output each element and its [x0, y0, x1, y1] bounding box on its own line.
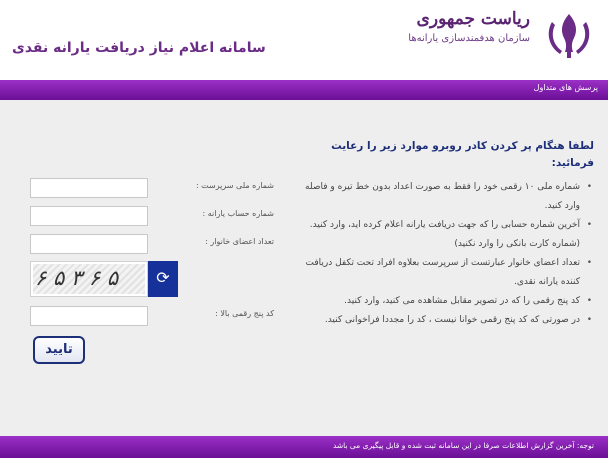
list-item: کد پنج رقمی را که در تصویر مقابل مشاهده … — [302, 292, 594, 311]
list-item: شماره ملی ۱۰ رقمی خود را فقط به صورت اعد… — [302, 178, 594, 216]
list-item: آخرین شماره حسابی را که جهت دریافت یاران… — [302, 216, 594, 254]
account-row: شماره حساب یارانه : — [30, 206, 280, 228]
captcha-code-input[interactable] — [30, 306, 148, 326]
captcha-text: ۶ ۵ ۳ ۶ ۵ — [35, 266, 119, 290]
presidency-emblem-icon — [548, 14, 590, 58]
faq-link[interactable]: پرسش های متداول — [534, 83, 598, 92]
list-item: تعداد اعضای خانوار عبارتست از سرپرست بعل… — [302, 254, 594, 292]
account-number-input[interactable] — [30, 206, 148, 226]
national-id-label: شماره ملی سرپرست : — [195, 181, 274, 190]
family-members-input[interactable] — [30, 234, 148, 254]
org-title: ریاست جمهوری — [416, 9, 530, 29]
submit-button[interactable]: تایید — [33, 336, 85, 364]
captcha-refresh-button[interactable]: ⟳ — [148, 261, 178, 297]
page-title: سامانه اعلام نیاز دریافت یارانه نقدی — [12, 40, 266, 56]
national-id-row: شماره ملی سرپرست : — [30, 178, 280, 200]
instructions-list: شماره ملی ۱۰ رقمی خود را فقط به صورت اعد… — [302, 178, 594, 330]
family-members-label: تعداد اعضای خانوار : — [205, 237, 274, 246]
main-content: لطفا هنگام پر کردن کادر روبرو موارد زیر … — [0, 100, 608, 436]
captcha-image: ۶ ۵ ۳ ۶ ۵ — [30, 261, 148, 297]
account-number-label: شماره حساب یارانه : — [202, 209, 274, 218]
footer-notice: توجه: آخرین گزارش اطلاعات صرفا در این سا… — [332, 441, 594, 450]
footer: توجه: آخرین گزارش اطلاعات صرفا در این سا… — [0, 436, 608, 458]
captcha-code-row: کد پنج رقمی بالا : — [30, 306, 280, 328]
members-row: تعداد اعضای خانوار : — [30, 234, 280, 256]
header: ریاست جمهوری سازمان هدفمندسازی یارانه‌ها… — [0, 0, 608, 78]
refresh-icon: ⟳ — [156, 268, 170, 287]
list-item: در صورتی که کد پنج رقمی خوانا نیست ، کد … — [302, 311, 594, 330]
national-id-input[interactable] — [30, 178, 148, 198]
instructions-heading: لطفا هنگام پر کردن کادر روبرو موارد زیر … — [331, 140, 594, 169]
captcha-code-label: کد پنج رقمی بالا : — [215, 309, 274, 318]
org-subtitle: سازمان هدفمندسازی یارانه‌ها — [408, 33, 530, 44]
organization-name: ریاست جمهوری سازمان هدفمندسازی یارانه‌ها — [408, 8, 530, 48]
nav-bar: پرسش های متداول — [0, 80, 608, 100]
